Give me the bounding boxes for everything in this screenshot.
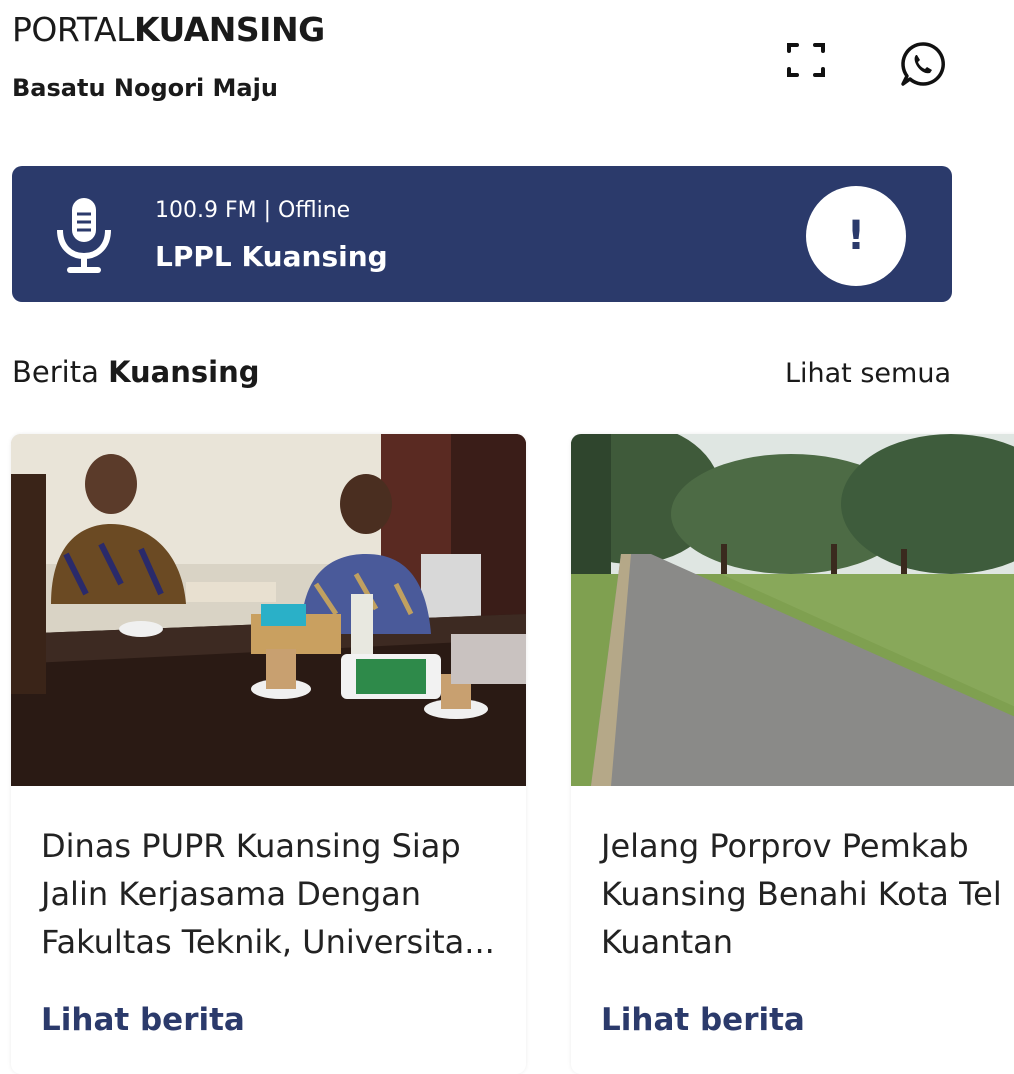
read-news-link[interactable]: Lihat berita (41, 1002, 245, 1038)
microphone-icon (57, 198, 111, 273)
news-thumbnail-road (571, 434, 1014, 786)
title-line: Jelang Porprov Pemkab (601, 827, 969, 865)
news-card[interactable]: Jelang Porprov Pemkab Kuansing Benahi Ko… (571, 434, 1014, 1074)
alert-icon: ! (846, 213, 866, 259)
news-card[interactable]: Dinas PUPR Kuansing Siap Jalin Kerjasama… (11, 434, 526, 1074)
title-line: Dinas PUPR Kuansing Siap (41, 827, 461, 865)
see-all-link[interactable]: Lihat semua (785, 358, 951, 389)
news-card-title[interactable]: Dinas PUPR Kuansing Siap Jalin Kerjasama… (41, 822, 526, 966)
section-title: Berita Kuansing (12, 355, 260, 389)
brand-bold: KUANSING (133, 10, 325, 49)
fullscreen-icon (787, 43, 825, 77)
section-title-light: Berita (12, 355, 109, 389)
title-line: Jalin Kerjasama Dengan (41, 875, 422, 913)
whatsapp-button[interactable] (897, 38, 949, 90)
read-news-link[interactable]: Lihat berita (601, 1002, 805, 1038)
alert-button[interactable]: ! (806, 186, 906, 286)
site-tagline: Basatu Nogori Maju (12, 74, 278, 102)
title-line: Kuansing Benahi Kota Tel (601, 875, 1002, 913)
radio-station-name: LPPL Kuansing (155, 240, 388, 273)
news-card-title[interactable]: Jelang Porprov Pemkab Kuansing Benahi Ko… (601, 822, 1014, 966)
radio-frequency-status: 100.9 FM | Offline (155, 198, 351, 223)
site-logo: PORTALKUANSING (12, 10, 325, 49)
news-thumbnail-meeting (11, 434, 526, 786)
section-title-bold: Kuansing (108, 355, 260, 389)
whatsapp-icon (901, 42, 945, 86)
radio-player-banner[interactable]: 100.9 FM | Offline LPPL Kuansing ! (12, 166, 952, 302)
title-line: Fakultas Teknik, Universita... (41, 923, 495, 961)
brand-light: PORTAL (12, 10, 134, 49)
fullscreen-button[interactable] (780, 34, 832, 86)
title-line: Kuantan (601, 923, 733, 961)
